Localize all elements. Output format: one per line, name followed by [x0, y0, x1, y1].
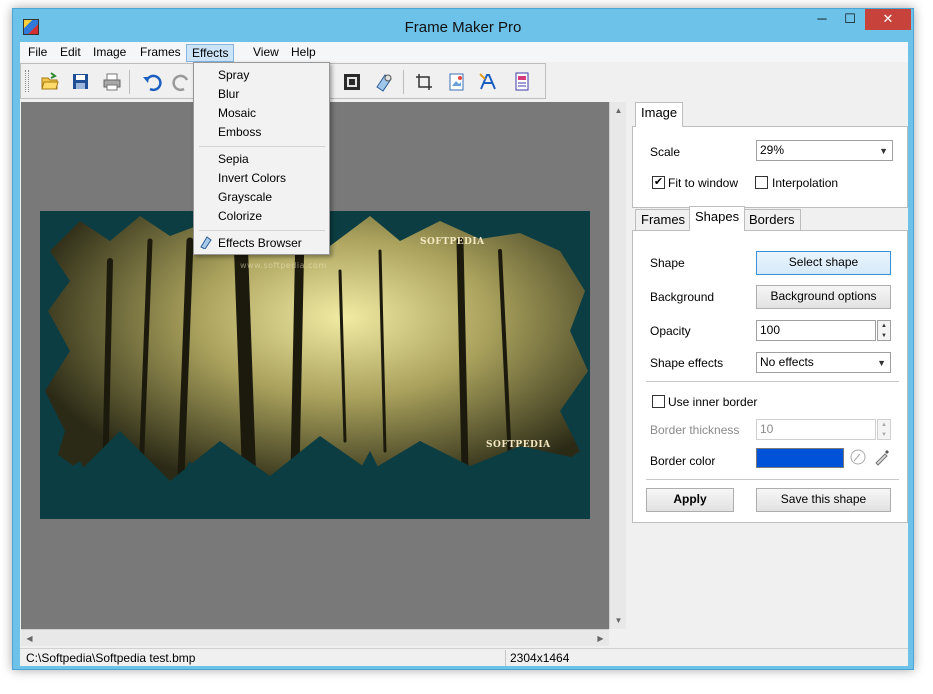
status-image-size: 2304x1464	[510, 651, 570, 665]
chevron-down-icon: ▼	[877, 358, 886, 368]
menu-effects[interactable]: Effects	[186, 44, 235, 62]
watermark-text: SOFTPEDIA	[420, 237, 485, 247]
divider	[646, 479, 899, 480]
toolbar-separator	[403, 70, 404, 94]
opacity-input[interactable]: 100	[756, 320, 876, 341]
text-icon[interactable]	[478, 71, 500, 93]
effect-blur[interactable]: Blur	[218, 85, 239, 104]
window-title: Frame Maker Pro	[404, 19, 522, 36]
effect-browser[interactable]: Effects Browser	[218, 234, 302, 253]
border-thickness-input[interactable]: 10	[756, 419, 876, 440]
scroll-right-icon[interactable]: ▶	[592, 630, 609, 647]
border-thickness-stepper[interactable]: ▲ ▼	[877, 419, 891, 440]
print-icon[interactable]	[101, 71, 123, 93]
opacity-label: Opacity	[650, 324, 691, 338]
divider	[646, 381, 899, 382]
maximize-button[interactable]: ☐	[837, 9, 863, 30]
menu-bar: File Edit Image Frames Effects View Help	[20, 42, 908, 62]
menu-file[interactable]: File	[23, 44, 52, 62]
tab-frames[interactable]: Frames	[635, 209, 692, 231]
horizontal-scrollbar[interactable]: ◀ ▶	[21, 629, 609, 646]
save-shape-button[interactable]: Save this shape	[756, 488, 891, 512]
menu-image[interactable]: Image	[88, 44, 131, 62]
frame-icon[interactable]	[341, 71, 363, 93]
inner-border-checkbox[interactable]	[652, 395, 665, 408]
menu-separator	[199, 146, 325, 147]
open-folder-icon[interactable]	[39, 71, 61, 93]
border-thickness-label: Border thickness	[650, 423, 740, 437]
watermark-url: www.softpedia.com	[240, 261, 327, 270]
select-shape-button[interactable]: Select shape	[756, 251, 891, 275]
shape-effects-value: No effects	[760, 355, 814, 369]
forest-photo	[40, 213, 590, 519]
apply-button[interactable]: Apply	[646, 488, 734, 512]
image-magic-icon[interactable]	[446, 71, 468, 93]
background-options-button[interactable]: Background options	[756, 285, 891, 309]
effect-grayscale[interactable]: Grayscale	[218, 188, 272, 207]
image-settings-panel: Scale 29% ▼ ✔ Fit to window Interpolatio…	[632, 126, 908, 208]
interpolation-checkbox[interactable]	[755, 176, 768, 189]
scale-label: Scale	[650, 145, 681, 159]
status-divider	[505, 650, 506, 666]
effects-browser-icon	[199, 235, 213, 250]
effect-spray[interactable]: Spray	[218, 66, 249, 85]
toolbar-separator	[129, 70, 130, 94]
crop-icon[interactable]	[413, 71, 435, 93]
menu-help[interactable]: Help	[286, 44, 321, 62]
opacity-stepper[interactable]: ▲ ▼	[877, 320, 891, 341]
menu-edit[interactable]: Edit	[55, 44, 86, 62]
scroll-left-icon[interactable]: ◀	[21, 630, 38, 647]
fit-to-window-checkbox[interactable]: ✔	[652, 176, 665, 189]
vertical-scrollbar[interactable]: ▲ ▼	[609, 102, 626, 629]
scale-value: 29%	[760, 143, 785, 157]
document-icon[interactable]	[511, 71, 533, 93]
status-bar: C:\Softpedia\Softpedia test.bmp 2304x146…	[20, 648, 908, 666]
border-color-label: Border color	[650, 454, 716, 468]
effect-invert-colors[interactable]: Invert Colors	[218, 169, 286, 188]
effect-colorize[interactable]: Colorize	[218, 207, 262, 226]
tab-shapes[interactable]: Shapes	[689, 206, 746, 231]
menu-view[interactable]: View	[248, 44, 284, 62]
shape-effects-label: Shape effects	[650, 356, 724, 370]
effect-mosaic[interactable]: Mosaic	[218, 104, 256, 123]
tab-image[interactable]: Image	[635, 102, 684, 127]
interpolation-label: Interpolation	[772, 176, 839, 190]
menu-separator	[199, 230, 325, 231]
chevron-down-icon: ▼	[879, 146, 888, 156]
undo-icon[interactable]	[141, 71, 163, 93]
scroll-up-icon[interactable]: ▲	[610, 102, 627, 119]
effects-dropdown: Spray Blur Mosaic Emboss Sepia Invert Co…	[193, 62, 330, 255]
save-icon[interactable]	[70, 71, 92, 93]
app-window: Frame Maker Pro ─ ☐ ✕ File Edit Image Fr…	[12, 8, 914, 670]
menu-frames[interactable]: Frames	[135, 44, 186, 62]
scroll-down-icon[interactable]: ▼	[610, 612, 627, 629]
minimize-button[interactable]: ─	[809, 9, 835, 30]
shape-label: Shape	[650, 256, 685, 270]
inner-border-label: Use inner border	[668, 395, 758, 409]
scale-select[interactable]: 29% ▼	[756, 140, 893, 161]
effect-emboss[interactable]: Emboss	[218, 123, 261, 142]
eyedropper-icon[interactable]	[873, 448, 891, 466]
border-color-swatch[interactable]	[756, 448, 844, 468]
fit-to-window-label: Fit to window	[668, 176, 739, 190]
framed-image: SOFTPEDIA SOFTPEDIA www.softpedia.com	[40, 211, 590, 519]
close-button[interactable]: ✕	[865, 9, 911, 30]
toolbar-grip[interactable]	[25, 70, 29, 92]
tab-borders[interactable]: Borders	[743, 209, 801, 231]
status-file-path: C:\Softpedia\Softpedia test.bmp	[26, 651, 196, 665]
scrollbar-corner	[609, 629, 626, 646]
effect-sepia[interactable]: Sepia	[218, 150, 249, 169]
title-bar[interactable]: Frame Maker Pro ─ ☐ ✕	[13, 9, 913, 44]
color-wheel-icon[interactable]	[849, 448, 867, 466]
properties-panel: Image Scale 29% ▼ ✔ Fit to window Interp…	[632, 102, 908, 642]
background-label: Background	[650, 290, 715, 304]
shapes-panel: Shape Select shape Background Background…	[632, 230, 908, 523]
watermark-text: SOFTPEDIA	[486, 440, 551, 450]
redo-icon[interactable]	[171, 71, 193, 93]
shape-brush-icon[interactable]	[373, 71, 395, 93]
client-area: File Edit Image Frames Effects View Help	[20, 42, 908, 666]
shape-effects-select[interactable]: No effects ▼	[756, 352, 891, 373]
